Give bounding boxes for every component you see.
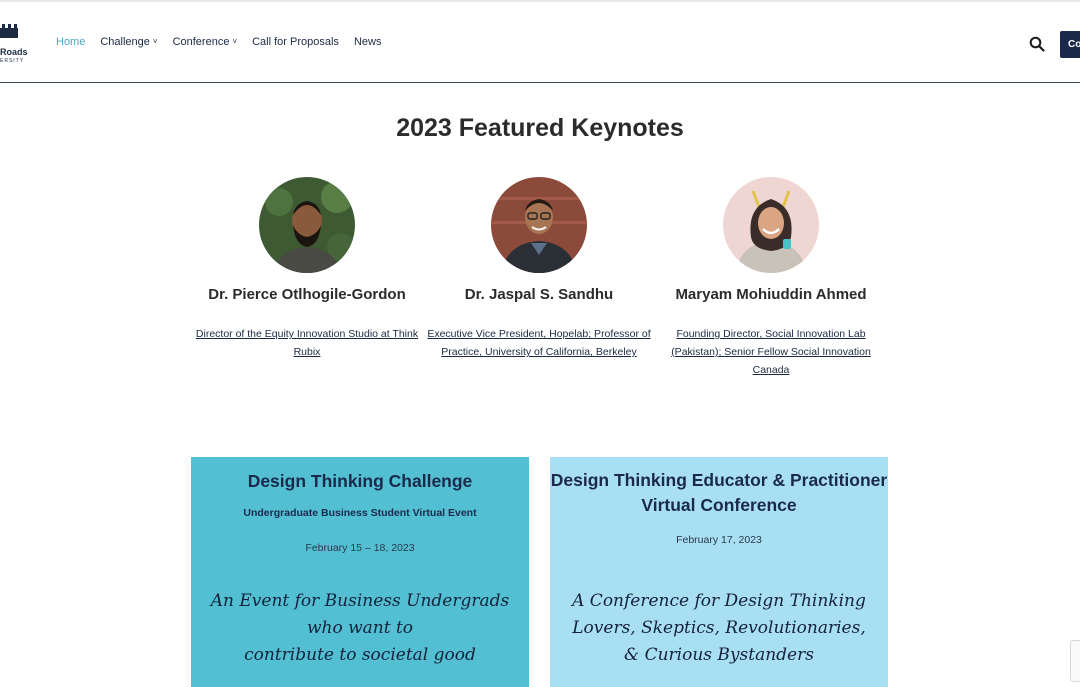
logo-wordmark: Roads	[0, 47, 28, 57]
nav-call-for-proposals-label: Call for Proposals	[252, 36, 339, 48]
castle-logo-icon	[0, 24, 18, 38]
card-date: February 17, 2023	[676, 534, 762, 546]
tagline-line: A Conference for Design Thinking	[572, 591, 866, 611]
tagline-line: contribute to societal good	[244, 645, 476, 665]
speaker-title-link[interactable]: Founding Director, Social Innovation Lab…	[654, 325, 888, 379]
speaker-name: Maryam Mohiuddin Ahmed	[675, 286, 867, 303]
nav-news[interactable]: News	[354, 36, 382, 48]
card-title: Design Thinking Challenge	[247, 471, 473, 491]
university-logo[interactable]: Roads ERSITY	[0, 22, 40, 66]
main-nav: Home Challenge ˅ Conference ˅ Call for P…	[56, 36, 381, 48]
card-title: Design Thinking Educator & Practitioner …	[550, 468, 888, 518]
contact-button[interactable]: Co	[1060, 31, 1080, 58]
speaker-name: Dr. Pierce Otlhogile-Gordon	[208, 286, 406, 303]
speaker-card: Maryam Mohiuddin Ahmed Founding Director…	[654, 177, 888, 379]
speaker-name: Dr. Jaspal S. Sandhu	[464, 286, 614, 303]
nav-conference-label: Conference	[172, 36, 230, 48]
challenge-card[interactable]: Design Thinking Challenge Undergraduate …	[191, 457, 529, 687]
tagline-line: An Event for Business Undergrads who wan…	[210, 591, 510, 638]
nav-call-for-proposals[interactable]: Call for Proposals	[252, 36, 339, 48]
card-date: February 15 – 18, 2023	[305, 542, 415, 554]
card-subtitle: Undergraduate Business Student Virtual E…	[243, 507, 477, 519]
speaker-title-link[interactable]: Executive Vice President, Hopelab; Profe…	[422, 325, 656, 361]
chevron-down-icon: ˅	[152, 37, 158, 46]
nav-conference[interactable]: Conference ˅	[173, 36, 238, 48]
site-header: Roads ERSITY Home Challenge ˅ Conference…	[0, 2, 1080, 83]
chat-widget-edge[interactable]	[1070, 640, 1080, 682]
chevron-down-icon: ˅	[232, 37, 238, 46]
card-tagline: A Conference for Design Thinking Lovers,…	[550, 588, 888, 669]
speaker-card: Dr. Pierce Otlhogile-Gordon Director of …	[190, 177, 424, 361]
nav-challenge-label: Challenge	[100, 36, 150, 48]
card-title-line: Design Thinking Educator & Practitioner	[550, 470, 888, 490]
tagline-line: & Curious Bystanders	[624, 645, 814, 665]
nav-home-label: Home	[56, 36, 86, 48]
conference-card[interactable]: Design Thinking Educator & Practitioner …	[550, 457, 888, 687]
search-icon[interactable]	[1029, 36, 1045, 52]
nav-news-label: News	[353, 36, 382, 48]
card-title-line: Virtual Conference	[641, 495, 797, 515]
card-tagline: An Event for Business Undergrads who wan…	[191, 588, 529, 669]
speaker-photo-avatar[interactable]	[723, 177, 819, 273]
keynotes-heading: 2023 Featured Keynotes	[396, 114, 684, 142]
speaker-photo-avatar[interactable]	[491, 177, 587, 273]
nav-home[interactable]: Home	[56, 36, 85, 48]
tagline-line: Lovers, Skeptics, Revolutionaries,	[572, 618, 866, 638]
logo-subtext: ERSITY	[0, 58, 25, 64]
speaker-card: Dr. Jaspal S. Sandhu Executive Vice Pres…	[422, 177, 656, 361]
nav-challenge[interactable]: Challenge ˅	[100, 36, 157, 48]
speaker-photo-avatar[interactable]	[259, 177, 355, 273]
speaker-title-link[interactable]: Director of the Equity Innovation Studio…	[190, 325, 424, 361]
